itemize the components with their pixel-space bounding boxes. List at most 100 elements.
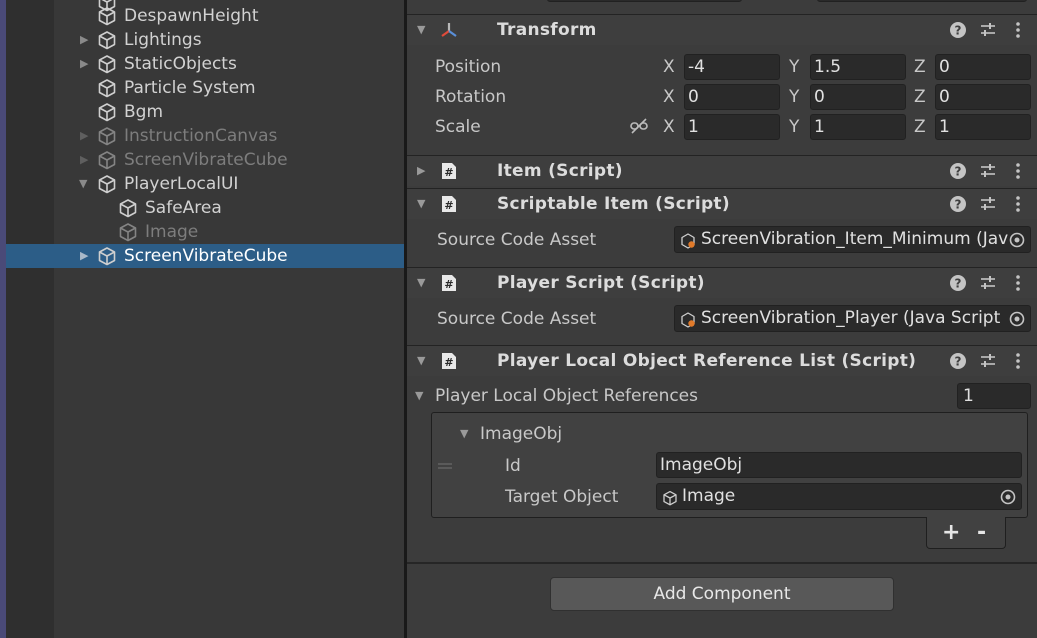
axis-x-label[interactable]: X [663, 117, 675, 137]
transform-header[interactable]: ▼ Transform [407, 14, 1037, 45]
object-picker-icon[interactable] [1008, 310, 1026, 328]
id-field[interactable]: ImageObj [656, 452, 1022, 478]
expand-arrow-icon[interactable]: ▶ [80, 153, 90, 167]
hierarchy-item-label: StaticObjects [124, 54, 237, 74]
collapse-arrow-icon[interactable]: ▼ [79, 177, 89, 191]
hierarchy-item-bgm[interactable]: Bgm [6, 100, 404, 124]
position-x-field[interactable]: -4 [684, 54, 780, 80]
scale-x-field[interactable]: 1 [684, 114, 780, 140]
source-code-asset-field[interactable]: ScreenVibration_Player (Java Script [674, 305, 1031, 332]
preset-sliders-icon[interactable] [979, 21, 997, 39]
reference-list: ▼ ImageObj Id ImageObj Target Object Ima… [431, 412, 1028, 518]
object-picker-icon[interactable] [999, 488, 1017, 506]
hierarchy-item-image[interactable]: Image [6, 220, 404, 244]
help-icon[interactable] [949, 21, 967, 39]
axis-y-label[interactable]: Y [789, 57, 799, 77]
list-size-field[interactable]: 1 [957, 383, 1031, 409]
list-element-title[interactable]: ImageObj [480, 424, 562, 444]
hierarchy-item-screenvibratecube-inactive[interactable]: ▶ ScreenVibrateCube [6, 148, 404, 172]
collapse-arrow-icon[interactable]: ▼ [417, 23, 429, 37]
previous-field-stub [547, 0, 742, 2]
expand-arrow-icon[interactable]: ▶ [80, 33, 90, 47]
more-vert-icon[interactable] [1009, 195, 1027, 213]
gameobject-cube-icon [97, 246, 117, 266]
scriptable-item-header[interactable]: ▼ Scriptable Item (Script) [407, 188, 1037, 219]
gameobject-cube-icon [662, 489, 678, 505]
hierarchy-item-label: ScreenVibrateCube [124, 246, 288, 266]
position-y-field[interactable]: 1.5 [810, 54, 906, 80]
preset-sliders-icon[interactable] [979, 274, 997, 292]
list-footer: + - [926, 517, 1006, 549]
source-code-asset-field[interactable]: ScreenVibration_Item_Minimum (Java [674, 226, 1031, 253]
hierarchy-item-lightings[interactable]: ▶ Lightings [6, 28, 404, 52]
collapse-arrow-icon[interactable]: ▼ [417, 197, 429, 211]
hierarchy-item-screenvibratecube-selected[interactable]: ▶ ScreenVibrateCube [6, 244, 404, 268]
source-code-asset-value: ScreenVibration_Item_Minimum (Java [701, 229, 1019, 249]
help-icon[interactable] [949, 352, 967, 370]
object-picker-icon[interactable] [1008, 231, 1026, 249]
divider [407, 562, 1037, 564]
component-title: Transform [497, 20, 597, 40]
gameobject-cube-icon [118, 198, 138, 218]
list-label[interactable]: Player Local Object References [435, 386, 698, 406]
add-element-button[interactable]: + [942, 521, 960, 545]
axis-x-label[interactable]: X [663, 57, 675, 77]
scale-z-field[interactable]: 1 [935, 114, 1031, 140]
collapse-arrow-icon[interactable]: ▼ [460, 427, 468, 440]
scale-y-field[interactable]: 1 [810, 114, 906, 140]
hierarchy-item-label: PlayerLocalUI [124, 174, 239, 194]
axis-z-label[interactable]: Z [914, 57, 926, 77]
hierarchy-item-label: Image [145, 222, 199, 242]
script-hash-icon [440, 195, 458, 213]
expand-arrow-icon[interactable]: ▶ [80, 57, 90, 71]
preset-sliders-icon[interactable] [979, 352, 997, 370]
axis-y-label[interactable]: Y [789, 117, 799, 137]
drag-handle-icon[interactable] [438, 463, 452, 469]
rotation-y-field[interactable]: 0 [810, 84, 906, 110]
hierarchy-item-safearea[interactable]: SafeArea [6, 196, 404, 220]
scale-label: Scale [435, 117, 481, 137]
more-vert-icon[interactable] [1009, 21, 1027, 39]
target-object-field[interactable]: Image [656, 483, 1022, 510]
hierarchy-item-playerlocalui[interactable]: ▼ PlayerLocalUI [6, 172, 404, 196]
preset-sliders-icon[interactable] [979, 162, 997, 180]
hierarchy-item-particle-system[interactable]: Particle System [6, 76, 404, 100]
axis-z-label[interactable]: Z [914, 117, 926, 137]
help-icon[interactable] [949, 274, 967, 292]
collapse-arrow-icon[interactable]: ▼ [415, 389, 423, 402]
hierarchy-item-label: SafeArea [145, 198, 222, 218]
axis-x-label[interactable]: X [663, 87, 675, 107]
preset-sliders-icon[interactable] [979, 195, 997, 213]
position-z-field[interactable]: 0 [935, 54, 1031, 80]
rotation-x-field[interactable]: 0 [684, 84, 780, 110]
hierarchy-item-instructioncanvas[interactable]: ▶ InstructionCanvas [6, 124, 404, 148]
transform-axis-icon [440, 21, 458, 39]
add-component-button[interactable]: Add Component [550, 577, 894, 611]
remove-element-button[interactable]: - [977, 521, 986, 545]
source-code-asset-label: Source Code Asset [437, 309, 597, 329]
player-local-refs-header[interactable]: ▼ Player Local Object Reference List (Sc… [407, 345, 1037, 376]
item-script-header[interactable]: ▶ Item (Script) [407, 155, 1037, 186]
hierarchy-item-staticobjects[interactable]: ▶ StaticObjects [6, 52, 404, 76]
collapse-arrow-icon[interactable]: ▼ [417, 354, 429, 368]
expand-arrow-icon[interactable]: ▶ [80, 129, 90, 143]
help-icon[interactable] [949, 195, 967, 213]
expand-arrow-icon[interactable]: ▶ [417, 164, 429, 178]
constrain-proportions-icon[interactable] [629, 117, 649, 135]
rotation-z-field[interactable]: 0 [935, 84, 1031, 110]
help-icon[interactable] [949, 162, 967, 180]
expand-arrow-icon[interactable]: ▶ [80, 249, 90, 263]
collapse-arrow-icon[interactable]: ▼ [417, 276, 429, 290]
more-vert-icon[interactable] [1009, 352, 1027, 370]
hierarchy-item-label: InstructionCanvas [124, 126, 278, 146]
axis-y-label[interactable]: Y [789, 87, 799, 107]
axis-z-label[interactable]: Z [914, 87, 926, 107]
player-script-header[interactable]: ▼ Player Script (Script) [407, 267, 1037, 298]
source-code-asset-value: ScreenVibration_Player (Java Script [701, 308, 1001, 328]
more-vert-icon[interactable] [1009, 162, 1027, 180]
hierarchy-item-despawnheight[interactable]: DespawnHeight [6, 4, 404, 28]
previous-field-stub [817, 0, 1027, 2]
target-object-value: Image [682, 486, 736, 506]
more-vert-icon[interactable] [1009, 274, 1027, 292]
hierarchy-item-label: Particle System [124, 78, 256, 98]
